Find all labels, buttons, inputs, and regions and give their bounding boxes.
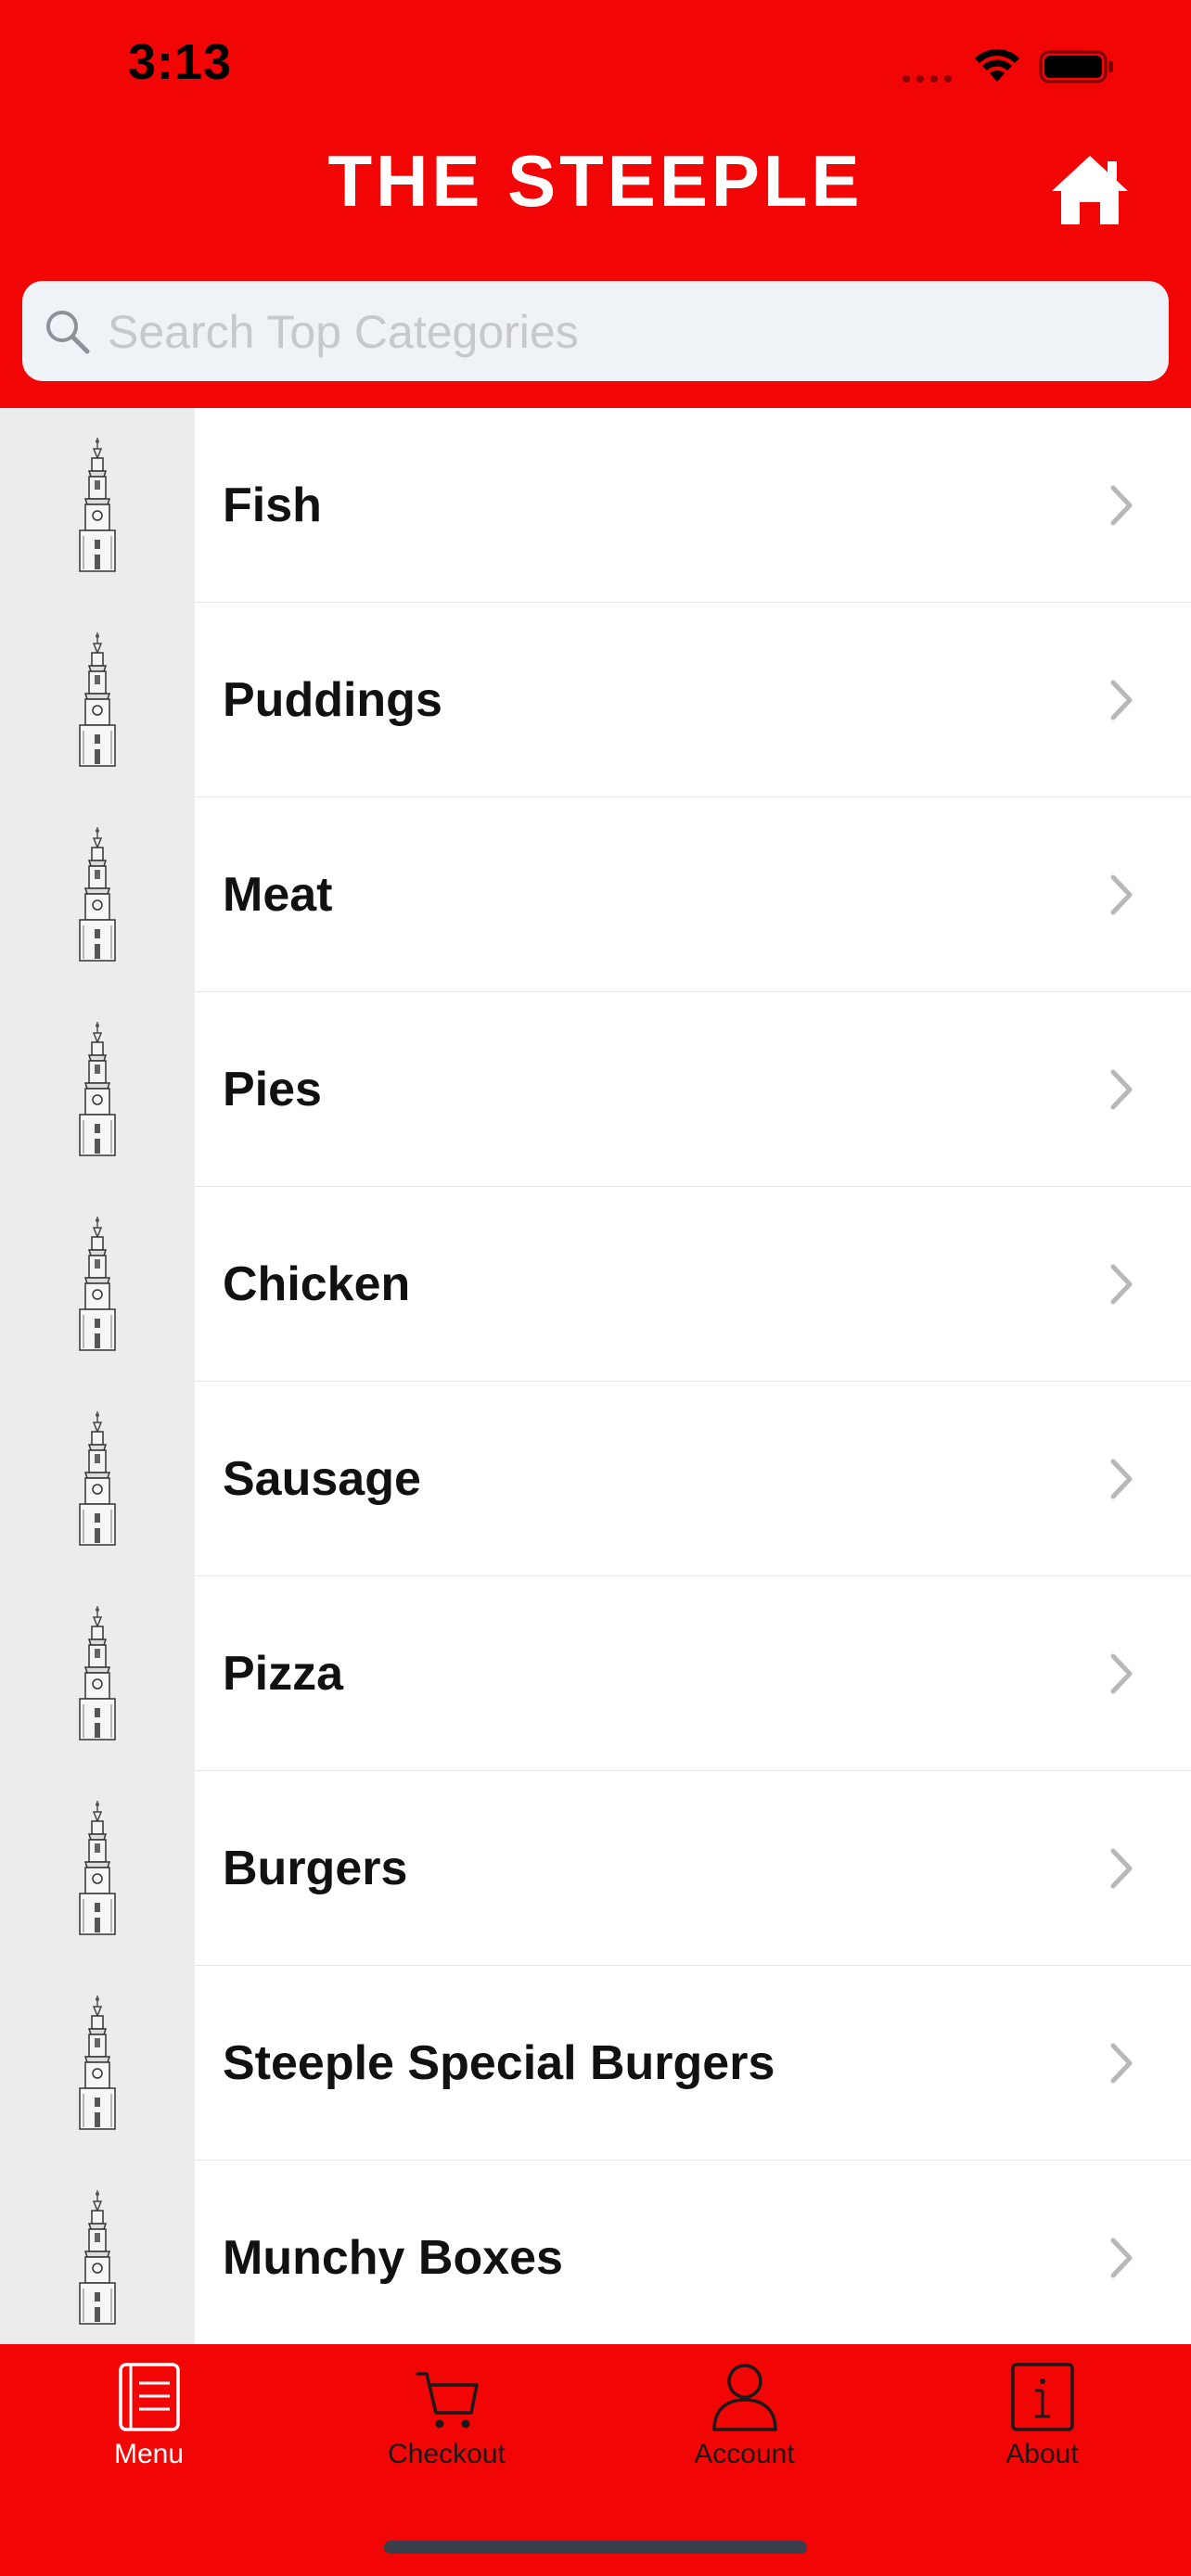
cart-icon (416, 2372, 479, 2429)
tab-label: Checkout (388, 2439, 506, 2469)
chevron-right-icon (1110, 874, 1133, 915)
list-item[interactable]: Fish (0, 408, 1191, 603)
steeple-icon (79, 2190, 116, 2325)
person-icon (712, 2364, 777, 2431)
category-thumbnail (0, 603, 195, 797)
steeple-icon (79, 438, 116, 572)
tab-label: Menu (113, 2439, 185, 2469)
category-thumbnail (0, 1576, 195, 1771)
list-item[interactable]: Munchy Boxes (0, 2161, 1191, 2344)
list-item[interactable]: Steeple Special Burgers (0, 1966, 1191, 2161)
category-label: Steeple Special Burgers (223, 2036, 775, 2090)
search-input[interactable] (106, 281, 1148, 383)
category-label: Pizza (223, 1647, 344, 1701)
tab-label: About (1005, 2439, 1079, 2469)
steeple-icon (79, 827, 116, 962)
home-indicator (384, 2541, 807, 2554)
steeple-icon (79, 632, 116, 767)
list-item[interactable]: Puddings (0, 603, 1191, 797)
tab-menu[interactable]: Menu (0, 2344, 298, 2530)
tab-account[interactable]: Account (596, 2344, 893, 2530)
home-icon[interactable] (1048, 152, 1132, 226)
category-thumbnail (0, 1187, 195, 1382)
steeple-icon (79, 1411, 116, 1546)
info-icon (1011, 2363, 1074, 2431)
category-thumbnail (0, 992, 195, 1187)
category-label: Chicken (223, 1257, 411, 1311)
steeple-icon (79, 1606, 116, 1741)
search-icon (46, 311, 90, 354)
category-thumbnail (0, 408, 195, 603)
list-item[interactable]: Sausage (0, 1382, 1191, 1576)
steeple-icon (79, 1801, 116, 1935)
category-label: Pies (223, 1063, 322, 1116)
search-bar (22, 281, 1169, 383)
chevron-right-icon (1110, 1264, 1133, 1305)
chevron-right-icon (1110, 680, 1133, 721)
tab-checkout[interactable]: Checkout (298, 2344, 596, 2530)
app-screen: 3:13 THE STEEPLE Search Top Categories F… (0, 0, 1191, 2576)
chevron-right-icon (1110, 485, 1133, 526)
battery-icon (1039, 50, 1113, 83)
tab-label: Account (694, 2439, 795, 2469)
category-thumbnail (0, 1382, 195, 1576)
chevron-right-icon (1110, 1848, 1133, 1889)
steeple-icon (79, 1022, 116, 1156)
chevron-right-icon (1110, 2043, 1133, 2084)
category-thumbnail (0, 797, 195, 992)
category-label: Munchy Boxes (223, 2231, 563, 2285)
category-thumbnail (0, 1966, 195, 2161)
list-item[interactable]: Pizza (0, 1576, 1191, 1771)
header: 3:13 THE STEEPLE (0, 0, 1191, 408)
list-item[interactable]: Chicken (0, 1187, 1191, 1382)
category-label: Burgers (223, 1842, 408, 1895)
chevron-right-icon (1110, 2238, 1133, 2278)
chevron-right-icon (1110, 1069, 1133, 1110)
tab-about[interactable]: About (893, 2344, 1191, 2530)
category-thumbnail (0, 1771, 195, 1966)
list-item[interactable]: Meat (0, 797, 1191, 992)
chevron-right-icon (1110, 1653, 1133, 1694)
category-label: Sausage (223, 1452, 421, 1506)
wifi-icon (975, 49, 1019, 82)
category-list: Fish Puddings Meat Pies Chicken Sausage … (0, 408, 1191, 2344)
list-item[interactable]: Pies (0, 992, 1191, 1187)
chevron-right-icon (1110, 1459, 1133, 1499)
category-label: Fish (223, 478, 322, 532)
signal-icon (903, 75, 952, 83)
list-item[interactable]: Burgers (0, 1771, 1191, 1966)
steeple-icon (79, 1217, 116, 1351)
menu-icon (119, 2363, 180, 2431)
category-thumbnail (0, 2161, 195, 2344)
steeple-icon (79, 1996, 116, 2130)
category-label: Meat (223, 868, 333, 922)
category-label: Puddings (223, 673, 442, 727)
brand-title: THE STEEPLE (327, 140, 864, 222)
status-time: 3:13 (128, 34, 233, 90)
